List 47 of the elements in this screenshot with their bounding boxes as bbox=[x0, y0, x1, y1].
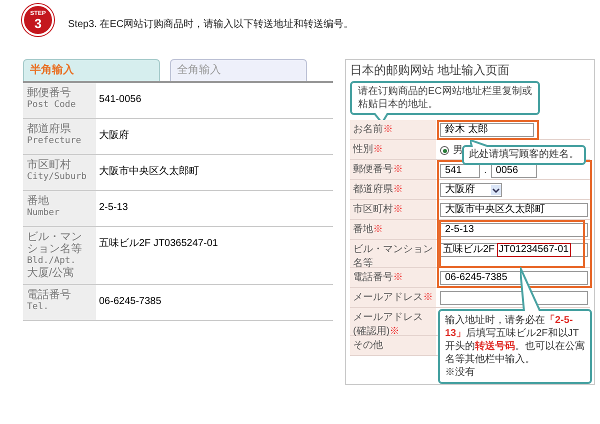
row-label: 郵便番号 bbox=[27, 87, 72, 99]
row-label-chinese: 大厦/公寓 bbox=[27, 267, 76, 279]
field-label: メールアドレス(確認用)※ bbox=[353, 312, 423, 337]
notice-text: 输入地址时，请务必在「2-5-13」后填写五味ビル2F和以JT开头的转送号码。也可以在公寓名等其他栏中输入。 bbox=[445, 315, 585, 365]
radio-button[interactable] bbox=[440, 146, 449, 155]
row-label-english: City/Suburb bbox=[27, 171, 88, 183]
callout-tail-icon bbox=[374, 113, 390, 123]
row-value: 大阪府 bbox=[99, 130, 129, 141]
forwarding-number: JT01234567-01 bbox=[496, 243, 571, 257]
field-label: 都道府県※ bbox=[353, 184, 403, 195]
row-label: 都道府県 bbox=[27, 123, 72, 135]
chevron-down-icon bbox=[491, 185, 501, 195]
row-value: 大阪市中央区久太郎町 bbox=[99, 166, 199, 177]
row-value: 五味ビル2F JT0365247-01 bbox=[99, 238, 218, 249]
row-value: 06-6245-7385 bbox=[99, 296, 162, 307]
field-label: メールアドレス※ bbox=[353, 292, 433, 303]
field-label: その他 bbox=[353, 340, 383, 351]
field-label: 郵便番号※ bbox=[353, 164, 403, 175]
field-label: 市区町村※ bbox=[353, 204, 403, 215]
field-label: ビル・マンション名等 bbox=[353, 244, 433, 269]
row-label-english: Bld./Apt. bbox=[27, 255, 77, 266]
row-value: 541-0056 bbox=[99, 94, 142, 105]
field-label: 番地※ bbox=[353, 224, 383, 235]
input-field[interactable]: 2-5-13 bbox=[440, 223, 588, 237]
row-value: 2-5-13 bbox=[99, 202, 128, 213]
row-label: 電話番号 bbox=[27, 289, 72, 301]
input-field[interactable]: 鈴木 太郎 bbox=[440, 123, 534, 137]
input-field[interactable]: 五味ビル2F JT01234567-01 bbox=[440, 243, 588, 257]
notice-note: ※没有 bbox=[445, 366, 476, 379]
input-field[interactable]: 大阪市中央区久太郎町 bbox=[440, 203, 588, 217]
input-field[interactable]: 541 bbox=[440, 164, 480, 178]
panel-title: 日本的邮购网站 地址输入页面 bbox=[350, 62, 510, 79]
row-label-english: Number bbox=[27, 207, 61, 219]
row-label: 市区町村 bbox=[27, 159, 72, 171]
row-label-english: Tel. bbox=[27, 301, 50, 313]
field-label: 電話番号※ bbox=[353, 272, 403, 283]
field-label: お名前※ bbox=[353, 124, 393, 135]
separator-text: . bbox=[484, 164, 487, 178]
row-label: ビル・マンション名等 bbox=[27, 231, 83, 255]
row-label-english: Post Code bbox=[27, 99, 77, 111]
step-heading: Step3. 在EC网站订购商品时，请输入以下转送地址和转送编号。 bbox=[68, 18, 354, 32]
row-label-english: Prefecture bbox=[27, 135, 82, 147]
building-text: 五味ビル2F bbox=[443, 244, 495, 256]
radio-label: 男 bbox=[453, 144, 463, 158]
field-label: 性別※ bbox=[353, 144, 383, 155]
row-label: 番地 bbox=[27, 195, 50, 207]
prefecture-select[interactable]: 大阪府 bbox=[440, 183, 502, 197]
